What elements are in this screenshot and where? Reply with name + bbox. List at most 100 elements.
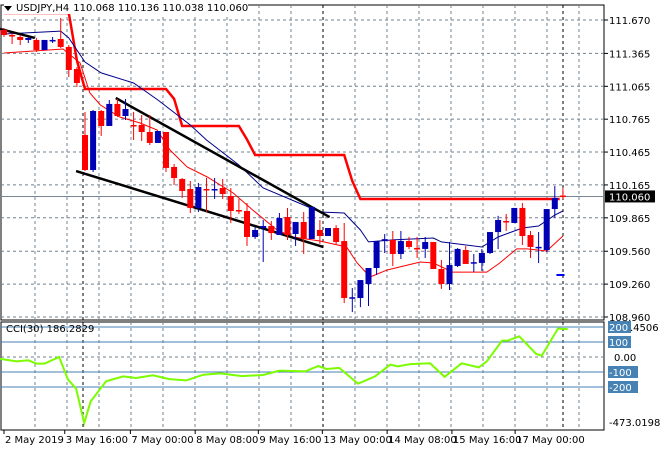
x-tick-label: 9 May 16:00 (259, 435, 321, 446)
cci-level-label: -200 (609, 383, 632, 394)
cci-value: 186.2829 (46, 324, 95, 335)
bear-candle (519, 207, 526, 236)
bull-candle (260, 226, 267, 228)
bear-candle (146, 132, 153, 143)
y-tick-label: 110.465 (609, 148, 650, 159)
bull-candle (154, 131, 161, 143)
bear-candle (527, 235, 534, 247)
bear-candle (333, 228, 340, 243)
cci-title: CCI(30) (6, 324, 44, 335)
chart-header: USDJPY,H4 110.068 110.136 110.038 110.06… (4, 3, 249, 14)
bull-candle (195, 187, 202, 208)
bull-candle (487, 232, 493, 253)
bull-candle (292, 221, 299, 235)
bear-candle (187, 188, 194, 208)
x-tick-label: 15 May 16:00 (453, 435, 522, 446)
bear-candle (300, 221, 307, 239)
cci-min-label: -473.0198 (609, 418, 660, 429)
bull-candle (308, 206, 315, 239)
bull-candle (211, 188, 218, 191)
bear-candle (462, 250, 469, 264)
bear-candle (219, 188, 226, 195)
x-tick-label: 14 May 08:00 (388, 435, 457, 446)
y-tick-label: 110.765 (609, 115, 650, 126)
bull-candle (252, 229, 259, 237)
bull-candle (478, 252, 485, 263)
bull-candle (365, 268, 372, 284)
bear-candle (163, 132, 169, 168)
bull-candle (357, 280, 364, 299)
y-tick-label: 110.165 (609, 181, 650, 192)
bull-candle (49, 39, 56, 42)
bear-candle (82, 134, 88, 171)
bull-candle (535, 246, 542, 249)
bear-candle (316, 229, 323, 236)
bull-candle (422, 242, 429, 249)
bull-candle (349, 297, 356, 299)
bear-candle (73, 68, 80, 84)
bear-candle (389, 239, 396, 254)
y-tick-label: 111.065 (609, 82, 650, 93)
bear-candle (438, 268, 445, 284)
current-price-label: 110.060 (609, 192, 650, 203)
bear-candle (9, 35, 16, 37)
bear-candle (1, 29, 7, 36)
bear-candle (227, 196, 234, 212)
cci-level-label: -100 (609, 368, 632, 379)
bull-candle (397, 241, 404, 254)
x-tick-label: 2 May 2019 (5, 435, 64, 446)
bull-candle (41, 39, 48, 51)
bull-candle (106, 103, 113, 126)
bear-candle (430, 242, 437, 269)
x-tick-label: 8 May 08:00 (196, 435, 258, 446)
y-tick-label: 111.365 (609, 49, 650, 60)
bear-candle (138, 124, 145, 132)
bear-candle (171, 166, 178, 179)
x-tick-label: 17 May 00:00 (516, 435, 585, 446)
bear-candle (503, 220, 510, 223)
bear-candle (114, 103, 121, 116)
x-tick-label: 3 May 16:00 (66, 435, 128, 446)
bear-candle (33, 39, 40, 51)
price-chart: 111.670 111.365 111.065 110.765 110.465 110.1… (0, 4, 660, 446)
bear-candle (65, 46, 72, 70)
bear-candle (203, 188, 210, 191)
bear-candle (179, 179, 186, 191)
bear-candle (559, 195, 566, 198)
bull-candle (276, 218, 283, 236)
bear-candle (414, 247, 421, 250)
bear-candle (235, 210, 242, 212)
bull-candle (551, 197, 558, 210)
bull-candle (381, 239, 388, 241)
bear-candle (268, 226, 275, 234)
bear-candle (17, 36, 24, 40)
bull-candle (25, 37, 32, 40)
ohlc-label: 110.068 110.136 110.038 110.060 (73, 3, 249, 14)
bull-candle (543, 209, 550, 251)
bull-candle (122, 108, 129, 116)
bull-candle (446, 265, 453, 284)
x-tick-label: 13 May 00:00 (323, 435, 392, 446)
bear-candle (57, 38, 64, 47)
bear-candle (284, 217, 291, 236)
bull-candle (90, 110, 97, 171)
symbol-label: USDJPY,H4 (16, 3, 70, 14)
bear-candle (130, 124, 137, 127)
bear-candle (406, 241, 412, 247)
bull-candle (454, 248, 461, 267)
bear-candle (98, 110, 105, 126)
bull-candle (373, 241, 380, 268)
y-tick-label: 109.260 (609, 280, 650, 291)
bull-candle (511, 207, 518, 223)
x-tick-label: 7 May 00:00 (131, 435, 193, 446)
dropdown-triangle-icon[interactable] (4, 6, 12, 11)
cci-level-label: 200 (609, 323, 628, 334)
y-tick-label: 109.865 (609, 214, 650, 225)
bull-candle (470, 262, 477, 264)
bear-candle (244, 211, 250, 237)
cci-zero-label: 0.00 (614, 353, 636, 364)
cci-header: CCI(30) 186.2829 (6, 324, 94, 335)
cci-level-label: 100 (609, 338, 628, 349)
bull-candle (325, 228, 331, 236)
cci-max-label: .4506 (630, 323, 659, 334)
